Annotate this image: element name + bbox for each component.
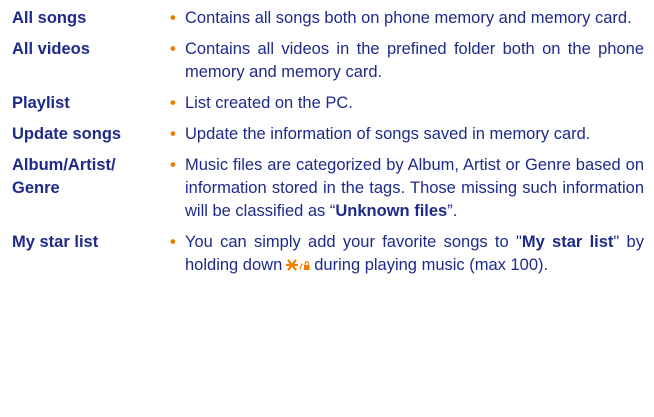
- description-all-videos: • Contains all videos in the prefined fo…: [170, 38, 650, 84]
- bullet-icon: •: [170, 40, 176, 58]
- description-all-songs: • Contains all songs both on phone memor…: [170, 7, 650, 30]
- document-page: All songs • Contains all songs both on p…: [12, 7, 650, 287]
- description-text-post: ”.: [447, 202, 458, 220]
- entry-playlist: Playlist • List created on the PC.: [12, 92, 650, 115]
- description-playlist: • List created on the PC.: [170, 92, 650, 115]
- entry-album-artist-genre: Album/Artist/ Genre • Music files are ca…: [12, 154, 650, 223]
- bullet-icon: •: [170, 9, 176, 27]
- term-update-songs: Update songs: [12, 125, 122, 143]
- my-star-list-label: My star list: [521, 233, 614, 251]
- term-my-star-list: My star list: [12, 233, 99, 251]
- description-text: You can simply add your favorite songs t…: [185, 231, 650, 279]
- description-text: Contains all videos in the prefined fold…: [185, 40, 644, 81]
- description-text-pre: You can simply add your favorite songs t…: [185, 233, 522, 251]
- entry-all-videos: All videos • Contains all videos in the …: [12, 38, 650, 84]
- description-text: Update the information of songs saved in…: [185, 125, 591, 143]
- description-album-artist-genre: • Music files are categorized by Album, …: [170, 154, 650, 223]
- term-line-2: Genre: [12, 179, 60, 197]
- bullet-icon: •: [170, 233, 176, 251]
- description-text: List created on the PC.: [185, 94, 353, 112]
- bullet-icon: •: [170, 156, 176, 174]
- term-album-artist-genre: Album/Artist/ Genre: [12, 154, 170, 200]
- description-text: Contains all songs both on phone memory …: [185, 9, 632, 27]
- term-all-songs: All songs: [12, 9, 87, 27]
- description-update-songs: • Update the information of songs saved …: [170, 123, 650, 146]
- term-line-1: Album/Artist/: [12, 156, 116, 174]
- description-text: Music files are categorized by Album, Ar…: [185, 154, 650, 223]
- entry-update-songs: Update songs • Update the information of…: [12, 123, 650, 146]
- term-playlist: Playlist: [12, 94, 70, 112]
- bullet-icon: •: [170, 125, 176, 143]
- bullet-icon: •: [170, 94, 176, 112]
- star-lock-key-icon: [285, 256, 311, 279]
- unknown-files-label: Unknown files: [335, 202, 448, 220]
- term-all-videos: All videos: [12, 40, 90, 58]
- entry-my-star-list: My star list • You can simply add your f…: [12, 231, 650, 279]
- entry-all-songs: All songs • Contains all songs both on p…: [12, 7, 650, 30]
- description-text-post: during playing music (max 100).: [314, 256, 549, 274]
- description-my-star-list: • You can simply add your favorite songs…: [170, 231, 650, 279]
